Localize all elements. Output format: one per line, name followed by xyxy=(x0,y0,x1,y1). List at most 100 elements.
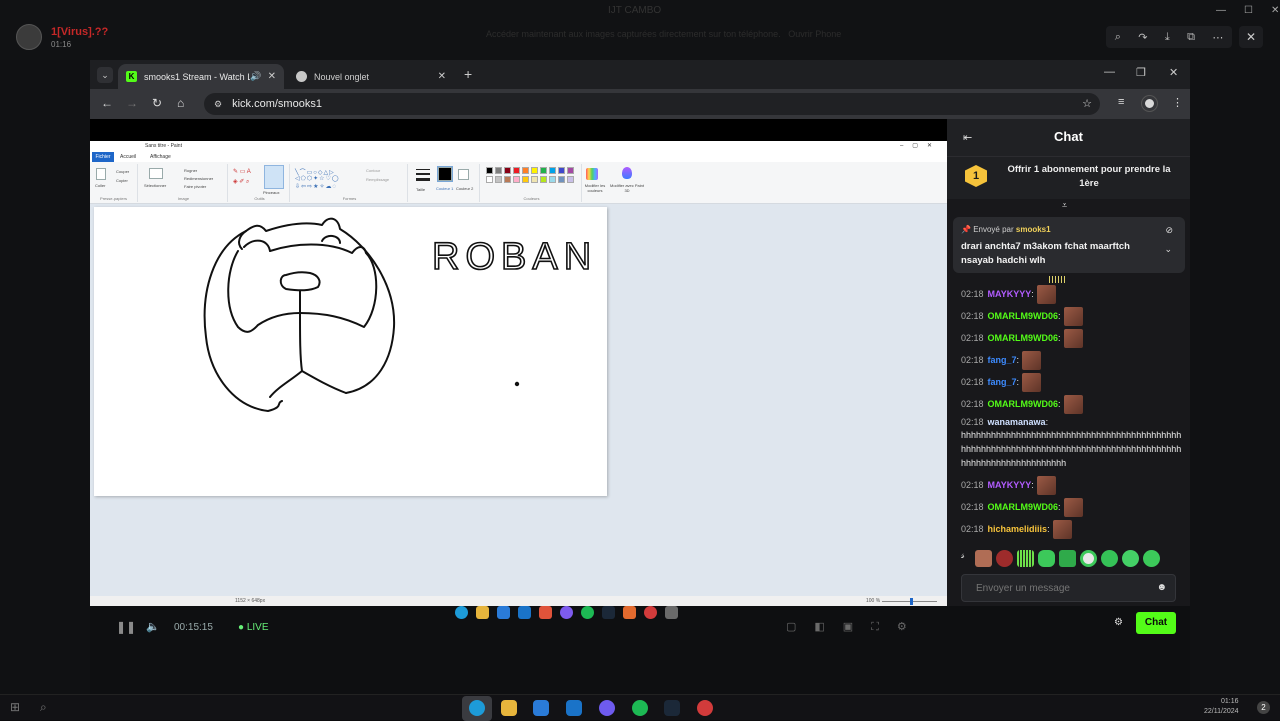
fill-icon[interactable]: ◈ ✐ ⌕ xyxy=(233,178,249,186)
fill-label[interactable]: Remplissage xyxy=(366,177,389,182)
back-icon[interactable]: ← xyxy=(101,96,113,110)
viewer-close-button[interactable]: ✕ xyxy=(1239,26,1263,48)
tab-close-icon[interactable]: ✕ xyxy=(438,71,446,82)
start-icon[interactable]: ⊞ xyxy=(10,700,20,714)
more-icon[interactable]: ⋯ xyxy=(1212,31,1223,44)
pencil-icon[interactable]: ✎ ▭ A xyxy=(233,168,251,175)
spotify-icon[interactable] xyxy=(632,700,648,716)
quick-emote[interactable] xyxy=(975,550,992,567)
minimize-icon[interactable]: — xyxy=(1216,5,1226,16)
pinned-user[interactable]: smooks1 xyxy=(1016,225,1051,234)
color1-swatch[interactable] xyxy=(437,166,453,182)
quick-emote[interactable] xyxy=(1059,550,1076,567)
emote-image[interactable] xyxy=(1063,498,1083,517)
viewer-banner-action[interactable]: Ouvrir Phone xyxy=(788,29,841,39)
paint-canvas[interactable]: ROBAN xyxy=(94,207,607,496)
message-username[interactable]: hichamelidiiis xyxy=(988,524,1048,534)
message-username[interactable]: MAYKYYY xyxy=(988,289,1032,299)
palette-swatch[interactable] xyxy=(522,167,529,174)
select-icon[interactable] xyxy=(149,168,163,179)
message-username[interactable]: fang_7 xyxy=(988,377,1017,387)
search-icon[interactable]: ⌕ xyxy=(40,700,47,715)
paint-tab-file[interactable]: Fichier xyxy=(92,152,114,162)
quick-emote[interactable] xyxy=(1101,550,1118,567)
stream-video[interactable]: Sans titre - Paint –▢✕ Fichier Accueil A… xyxy=(90,141,947,606)
quick-emote[interactable] xyxy=(1143,550,1160,567)
home-icon[interactable]: ⌂ xyxy=(177,96,184,110)
quick-emote[interactable]: 𝓈 xyxy=(961,550,971,567)
paint3d-icon[interactable] xyxy=(622,167,632,179)
quick-emote[interactable] xyxy=(1122,550,1139,567)
emote-image[interactable] xyxy=(1022,373,1042,392)
size-icon[interactable] xyxy=(416,169,430,170)
hide-pin-icon[interactable]: ⊘ xyxy=(1165,225,1173,236)
audio-icon[interactable]: 🔊 xyxy=(250,71,261,82)
message-username[interactable]: OMARLM9WD06 xyxy=(988,399,1059,409)
message-username[interactable]: MAYKYYY xyxy=(988,480,1032,490)
profile-avatar[interactable] xyxy=(1142,96,1157,111)
quick-emote[interactable] xyxy=(1080,550,1097,567)
paint-tab-view[interactable]: Affichage xyxy=(150,154,171,160)
minimize-button[interactable]: — xyxy=(1104,66,1115,78)
gift-sub-banner[interactable]: 1 Offrir 1 abonnement pour prendre la 1è… xyxy=(947,157,1190,199)
file-explorer-icon[interactable] xyxy=(501,700,517,716)
palette-swatch[interactable] xyxy=(486,167,493,174)
message-username[interactable]: OMARLM9WD06 xyxy=(988,502,1059,512)
emote-image[interactable] xyxy=(1036,476,1056,495)
close-window-button[interactable]: ✕ xyxy=(1169,66,1178,79)
emoji-picker-icon[interactable]: ☻ xyxy=(1156,582,1167,593)
copy-label[interactable]: Copier xyxy=(116,178,128,183)
quick-emote[interactable] xyxy=(996,550,1013,567)
volume-icon[interactable]: 🔈 xyxy=(146,620,160,633)
chat-settings-icon[interactable]: ⚙ xyxy=(1114,617,1123,628)
color2-swatch[interactable] xyxy=(458,169,469,180)
emote-image[interactable] xyxy=(1022,351,1042,370)
resize-label[interactable]: Redimensionner xyxy=(184,176,213,181)
quick-emote[interactable] xyxy=(1017,550,1034,567)
store-icon[interactable] xyxy=(533,700,549,716)
maximize-icon[interactable]: ☐ xyxy=(1244,5,1253,16)
emote-image[interactable] xyxy=(1052,520,1072,539)
tab-kick-stream[interactable]: K smooks1 Stream - Watch Li 🔊 ✕ xyxy=(118,64,284,89)
palette-swatch[interactable] xyxy=(567,176,574,183)
palette-swatch[interactable] xyxy=(531,167,538,174)
cut-label[interactable]: Couper xyxy=(116,169,129,174)
site-info-icon[interactable]: ⚙ xyxy=(214,99,222,110)
chat-message-input[interactable] xyxy=(962,575,1175,601)
reload-icon[interactable]: ↻ xyxy=(152,96,162,110)
message-username[interactable]: fang_7 xyxy=(988,355,1017,365)
emote-image[interactable] xyxy=(1063,395,1083,414)
message-username[interactable]: wanamanawa xyxy=(988,417,1046,427)
palette-swatch[interactable] xyxy=(513,167,520,174)
brushes-button[interactable] xyxy=(264,165,284,189)
avatar[interactable] xyxy=(16,24,42,50)
media-control-icon[interactable]: ≡ xyxy=(1118,96,1124,108)
palette-swatch[interactable] xyxy=(495,167,502,174)
taskbar-clock[interactable]: 01:16 22/11/2024 xyxy=(1204,697,1239,717)
tab-search-button[interactable]: ⌄ xyxy=(97,67,113,83)
maximize-button[interactable]: ❐ xyxy=(1136,66,1146,79)
paint-tab-home[interactable]: Accueil xyxy=(120,154,136,160)
tab-close-icon[interactable]: ✕ xyxy=(268,71,276,82)
tab-new-tab[interactable]: Nouvel onglet ✕ xyxy=(288,64,454,89)
emote-image[interactable] xyxy=(1036,285,1056,304)
download-icon[interactable]: ⤓ xyxy=(1165,31,1170,44)
palette-swatch[interactable] xyxy=(504,176,511,183)
edit-colors-icon[interactable] xyxy=(586,168,598,180)
player-tools[interactable]: ▢◧▣⛶⚙ xyxy=(786,620,925,634)
palette-swatch[interactable] xyxy=(513,176,520,183)
palette-swatch[interactable] xyxy=(531,176,538,183)
palette-swatch[interactable] xyxy=(540,176,547,183)
chevron-down-icon[interactable]: ⌄ xyxy=(1164,244,1172,255)
outline-label[interactable]: Contour xyxy=(366,168,380,173)
palette-swatch[interactable] xyxy=(495,176,502,183)
bookmark-star-icon[interactable]: ☆ xyxy=(1082,97,1092,110)
crop-label[interactable]: Rogner xyxy=(184,168,197,173)
palette-swatch[interactable] xyxy=(504,167,511,174)
pause-icon[interactable]: ❚❚ xyxy=(116,620,136,634)
steam-icon[interactable] xyxy=(664,700,680,716)
close-icon[interactable]: ✕ xyxy=(1271,5,1279,16)
shapes-icon[interactable]: ⇩⇦⇨★✧☁◌ xyxy=(295,183,337,190)
outlook-icon[interactable] xyxy=(566,700,582,716)
chrome-menu-icon[interactable]: ⋮ xyxy=(1172,96,1183,109)
